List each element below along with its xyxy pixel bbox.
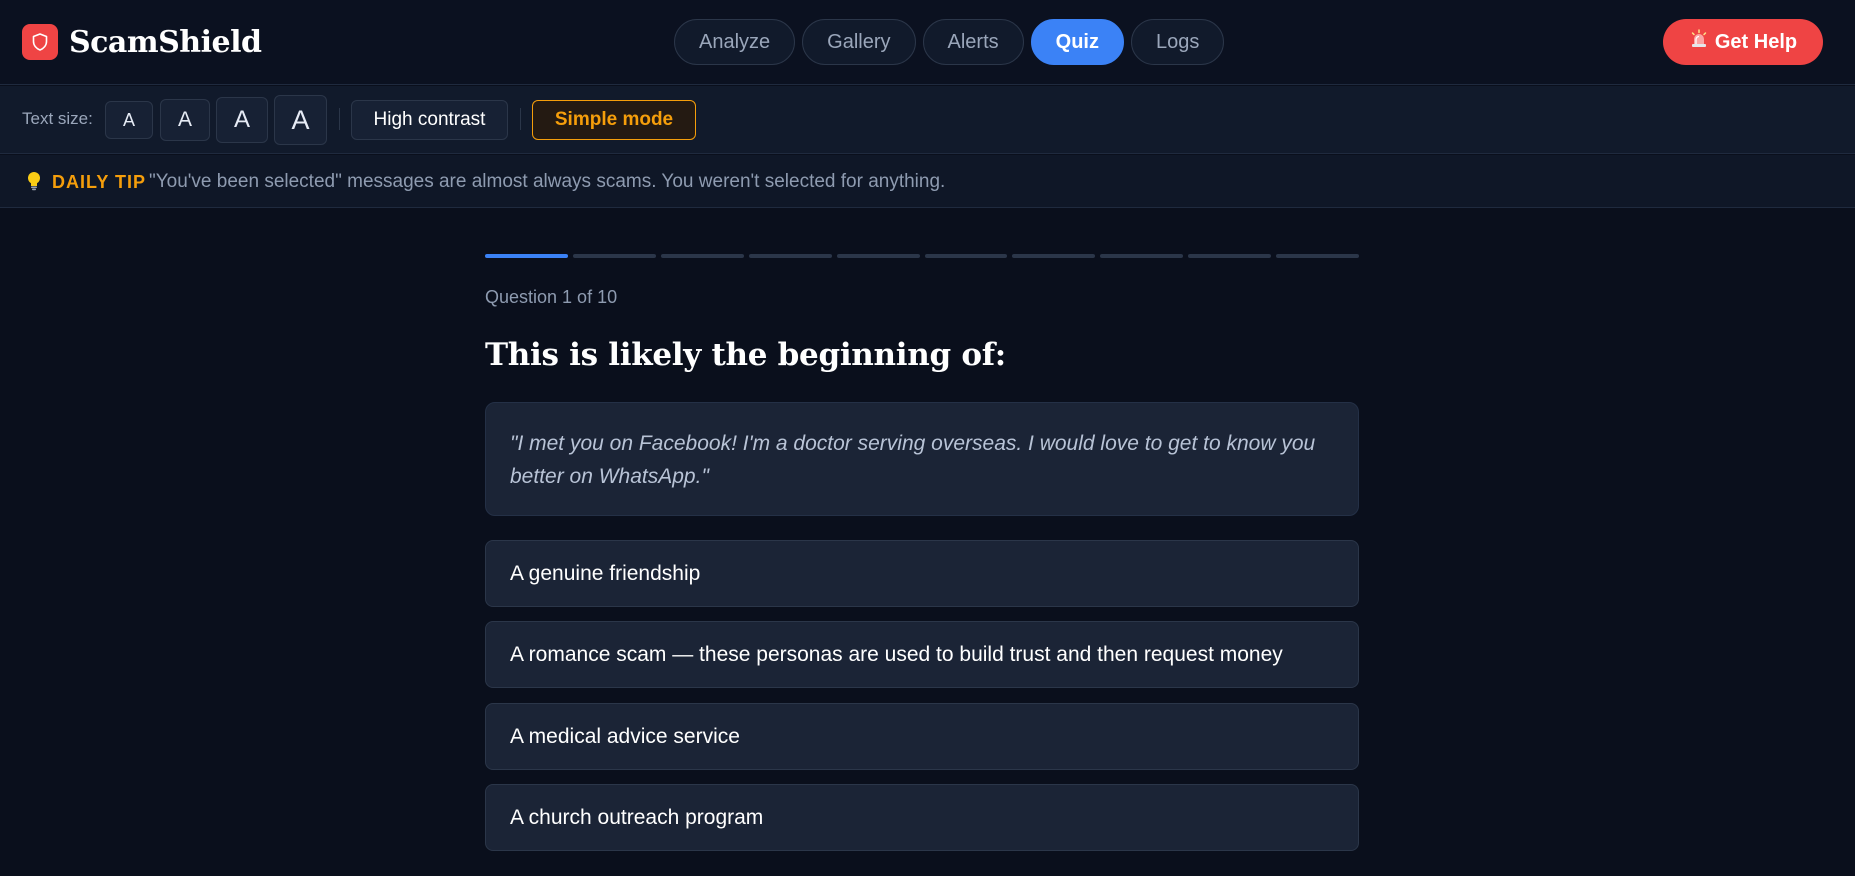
progress-segment (836, 254, 920, 258)
daily-tip-text: "You've been selected" messages are almo… (149, 171, 946, 192)
quiz-progress-bar (485, 254, 1360, 258)
app-name: ScamShield (69, 24, 262, 60)
progress-segment (924, 254, 1008, 258)
progress-segment (748, 254, 832, 258)
daily-tip-bar: DAILY TIP "You've been selected" message… (0, 155, 1855, 208)
top-navigation-bar: ScamShield Analyze Gallery Alerts Quiz L… (0, 0, 1855, 85)
answer-option[interactable]: A genuine friendship (485, 540, 1359, 607)
daily-tip-label: DAILY TIP (52, 172, 147, 192)
siren-icon (1689, 29, 1709, 55)
progress-segment (1012, 254, 1096, 258)
tab-gallery[interactable]: Gallery (802, 19, 916, 65)
tab-logs[interactable]: Logs (1130, 19, 1225, 65)
text-size-large-button[interactable]: A (216, 97, 268, 143)
accessibility-toolbar: Text size: A A A A High contrast Simple … (0, 86, 1855, 154)
text-size-medium-button[interactable]: A (160, 99, 210, 141)
tab-alerts[interactable]: Alerts (922, 19, 1024, 65)
tab-analyze[interactable]: Analyze (674, 19, 796, 65)
tab-quiz[interactable]: Quiz (1030, 19, 1124, 65)
answer-option[interactable]: A medical advice service (485, 703, 1359, 770)
get-help-button[interactable]: Get Help (1663, 19, 1823, 65)
text-size-xlarge-button[interactable]: A (274, 95, 327, 145)
simple-mode-button[interactable]: Simple mode (532, 100, 696, 140)
main-nav: Analyze Gallery Alerts Quiz Logs (674, 19, 1225, 65)
text-size-small-button[interactable]: A (105, 101, 153, 139)
progress-segment (1188, 254, 1272, 258)
progress-segment (1276, 254, 1360, 258)
shield-logo-icon (22, 24, 58, 60)
get-help-label: Get Help (1714, 30, 1798, 53)
toolbar-divider (339, 108, 340, 130)
question-title: This is likely the beginning of: (485, 337, 1006, 373)
lightbulb-icon (26, 171, 42, 196)
scenario-quote: "I met you on Facebook! I'm a doctor ser… (485, 402, 1359, 516)
question-counter: Question 1 of 10 (485, 287, 618, 307)
answer-option[interactable]: A romance scam — these personas are used… (485, 621, 1359, 688)
progress-segment (572, 254, 656, 258)
answer-option[interactable]: A church outreach program (485, 784, 1359, 851)
text-size-label: Text size: (22, 109, 93, 128)
progress-segment (485, 254, 568, 258)
progress-segment (1100, 254, 1184, 258)
progress-segment (660, 254, 744, 258)
brand[interactable]: ScamShield (22, 24, 262, 60)
toolbar-divider (520, 108, 521, 130)
high-contrast-button[interactable]: High contrast (351, 100, 508, 140)
